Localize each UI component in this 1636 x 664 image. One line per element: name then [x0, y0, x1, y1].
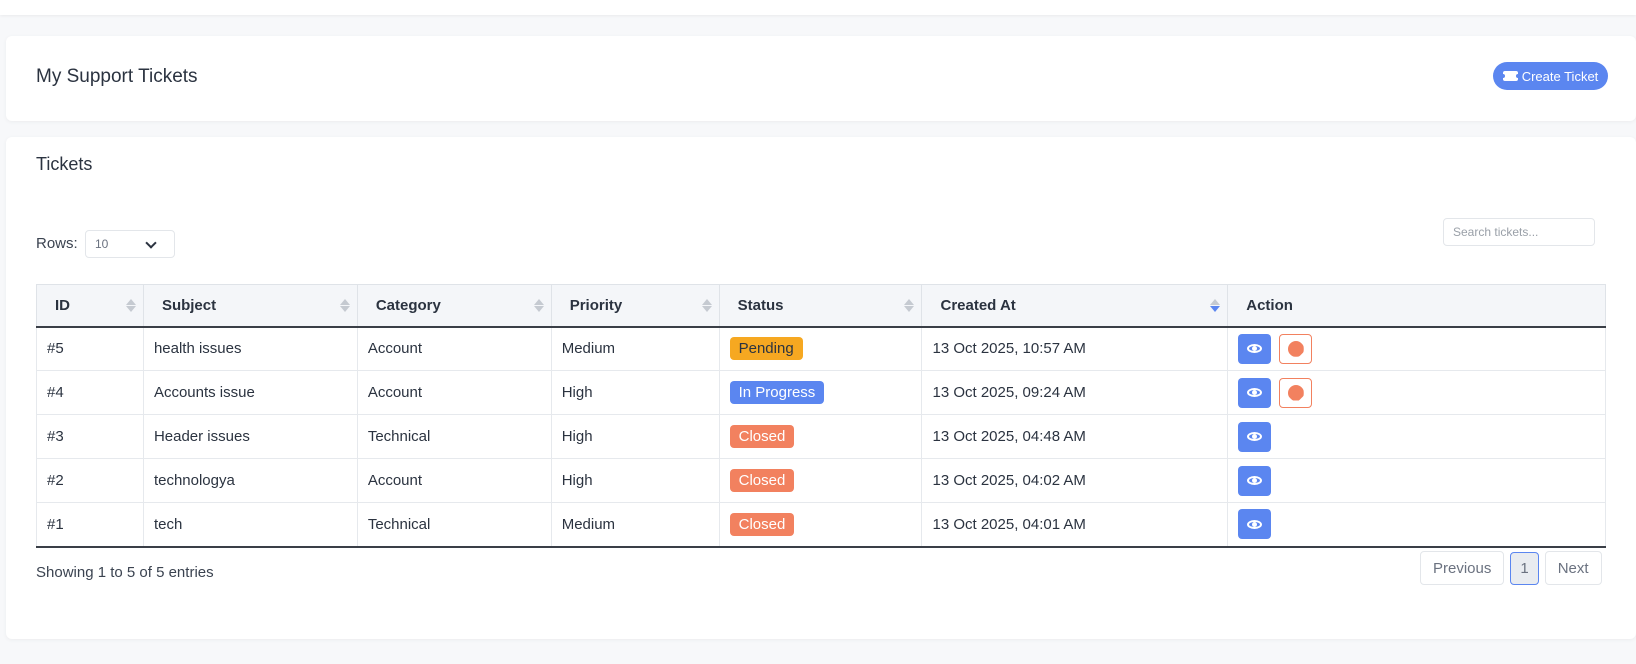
rows-label: Rows: [36, 235, 78, 252]
rows-select-value: 10 [95, 237, 109, 251]
entries-info: Showing 1 to 5 of 5 entries [36, 564, 214, 581]
ticket-category: Technical [356, 414, 552, 459]
ticket-actions [1227, 414, 1606, 459]
tickets-card: Tickets Rows: 10 ID Subject Category Pri… [6, 137, 1636, 639]
ticket-category: Technical [356, 502, 552, 548]
table-row: #4 Accounts issue Account High In Progress 13… [36, 370, 1606, 415]
create-ticket-button[interactable]: Create Ticket [1493, 62, 1608, 90]
ticket-id: #2 [36, 458, 144, 503]
view-ticket-button[interactable] [1238, 421, 1272, 452]
column-header-created-at[interactable]: Created At [921, 284, 1229, 328]
ticket-icon [1500, 71, 1520, 81]
eye-icon [1247, 476, 1263, 485]
ticket-category: Account [356, 370, 552, 415]
close-ticket-button[interactable] [1279, 377, 1313, 408]
close-ticket-button[interactable] [1279, 333, 1313, 364]
ticket-status-cell: Closed [718, 414, 923, 459]
column-header-id[interactable]: ID [36, 284, 144, 328]
ticket-id: #5 [36, 326, 144, 371]
ticket-created-at: 13 Oct 2025, 04:02 AM [921, 458, 1229, 503]
ticket-subject: Accounts issue [142, 370, 358, 415]
ticket-status-cell: Closed [718, 458, 923, 503]
view-ticket-button[interactable] [1238, 509, 1272, 540]
pagination: Previous 1 Next [1420, 551, 1602, 585]
sort-icon [125, 299, 137, 313]
ticket-actions [1227, 458, 1606, 503]
previous-page-button[interactable]: Previous [1420, 551, 1505, 585]
ticket-subject: health issues [142, 326, 358, 371]
ticket-category: Account [356, 458, 552, 503]
ticket-created-at: 13 Oct 2025, 04:01 AM [921, 502, 1229, 548]
sort-icon [533, 299, 545, 313]
ticket-category: Account [356, 326, 552, 371]
column-header-subject[interactable]: Subject [142, 284, 358, 328]
ticket-subject: Header issues [142, 414, 358, 459]
eye-icon [1247, 344, 1263, 354]
ticket-priority: High [550, 370, 720, 415]
ticket-priority: High [550, 414, 720, 459]
page-1-button[interactable]: 1 [1510, 552, 1539, 585]
status-badge: Closed [729, 469, 795, 492]
page-header-card: My Support Tickets Create Ticket [6, 36, 1636, 121]
sort-icon [339, 299, 351, 313]
stop-icon [1287, 340, 1304, 357]
status-badge: Closed [729, 512, 795, 536]
ticket-priority: Medium [550, 326, 720, 371]
section-title: Tickets [36, 154, 93, 174]
ticket-priority: High [550, 458, 720, 503]
next-page-button[interactable]: Next [1544, 551, 1602, 585]
view-ticket-button[interactable] [1238, 377, 1272, 408]
tickets-table: ID Subject Category Priority Status Crea… [36, 284, 1606, 548]
ticket-id: #1 [36, 502, 144, 548]
create-ticket-label: Create Ticket [1521, 68, 1599, 84]
table-body: #5 health issues Account Medium Pending 13 Oc… [36, 326, 1606, 548]
stop-icon [1287, 384, 1304, 401]
ticket-created-at: 13 Oct 2025, 10:57 AM [921, 326, 1229, 371]
ticket-created-at: 13 Oct 2025, 04:48 AM [921, 414, 1229, 459]
status-badge: Closed [729, 425, 795, 448]
ticket-actions [1227, 502, 1606, 548]
ticket-subject: technologya [142, 458, 358, 503]
ticket-actions [1227, 370, 1606, 415]
table-row: #3 Header issues Technical High Closed 13 Oct… [36, 414, 1606, 459]
ticket-actions [1227, 326, 1606, 371]
eye-icon [1247, 519, 1263, 529]
ticket-status-cell: Pending [718, 326, 923, 371]
view-ticket-button[interactable] [1238, 333, 1272, 364]
eye-icon [1247, 432, 1263, 441]
chevron-down-icon [145, 237, 157, 249]
rows-per-page-select[interactable]: 10 [85, 230, 175, 258]
sort-desc-icon [1209, 299, 1221, 313]
top-navbar [0, 0, 1636, 15]
table-row: #5 health issues Account Medium Pending 13 Oc… [36, 326, 1606, 371]
table-row: #2 technologya Account High Closed 13 Oct 202… [36, 458, 1606, 503]
status-badge: Pending [729, 337, 803, 361]
ticket-id: #4 [36, 370, 144, 415]
table-row: #1 tech Technical Medium Closed 13 Oct 2025, … [36, 502, 1606, 548]
column-header-category[interactable]: Category [356, 284, 552, 328]
view-ticket-button[interactable] [1238, 465, 1272, 496]
ticket-status-cell: In Progress [718, 370, 923, 415]
ticket-subject: tech [142, 502, 358, 548]
search-input[interactable] [1443, 218, 1595, 246]
page-title: My Support Tickets [36, 66, 198, 87]
ticket-created-at: 13 Oct 2025, 09:24 AM [921, 370, 1229, 415]
column-header-status[interactable]: Status [718, 284, 923, 328]
table-header-row: ID Subject Category Priority Status Crea… [36, 284, 1606, 328]
column-header-action: Action [1227, 284, 1606, 328]
status-badge: In Progress [729, 381, 825, 404]
ticket-status-cell: Closed [718, 502, 923, 548]
sort-icon [701, 299, 713, 313]
sort-icon [903, 299, 915, 313]
ticket-id: #3 [36, 414, 144, 459]
eye-icon [1247, 388, 1263, 397]
ticket-priority: Medium [550, 502, 720, 548]
column-header-priority[interactable]: Priority [550, 284, 720, 328]
